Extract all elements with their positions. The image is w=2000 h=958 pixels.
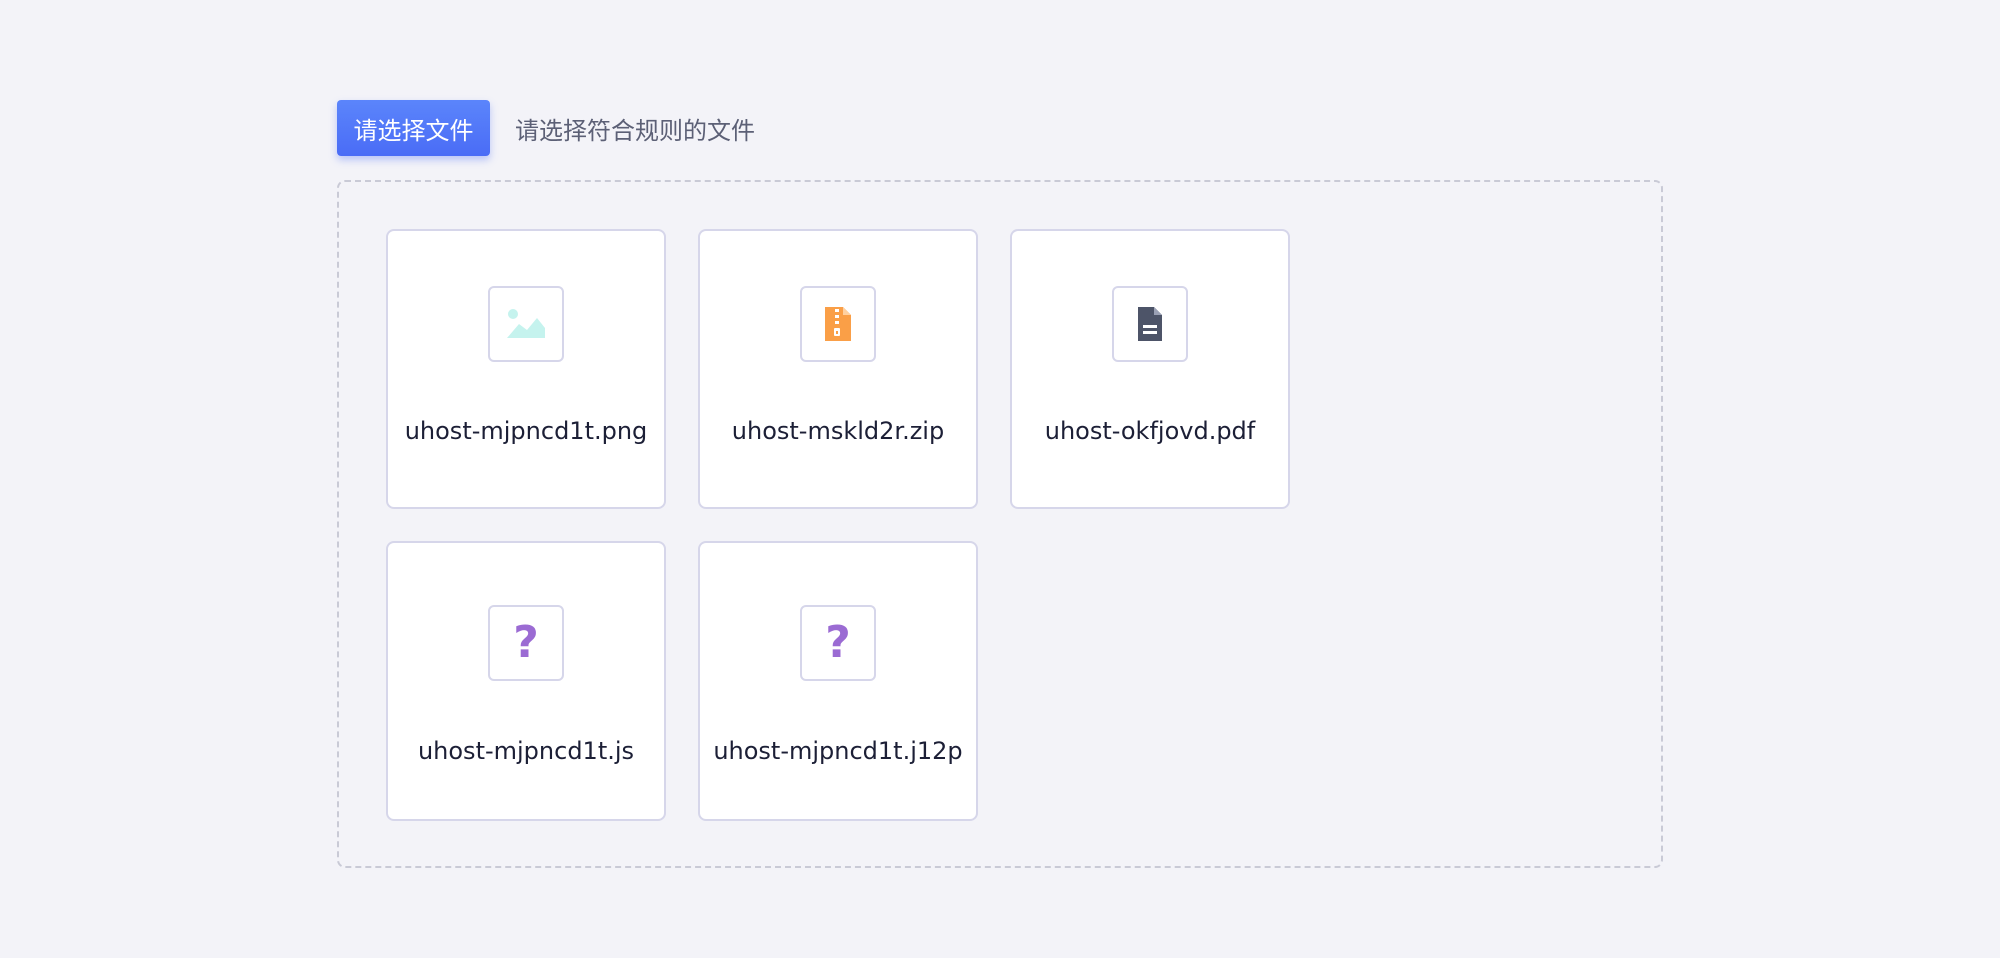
file-card[interactable]: ? uhost-mjpncd1t.j12p — [698, 541, 978, 821]
file-card[interactable]: uhost-mskld2r.zip — [698, 229, 978, 509]
file-name: uhost-mjpncd1t.j12p — [713, 737, 963, 765]
file-name: uhost-mjpncd1t.png — [404, 417, 648, 445]
file-name: uhost-mskld2r.zip — [731, 417, 945, 445]
select-file-button[interactable]: 请选择文件 — [337, 100, 490, 156]
upload-toolbar: 请选择文件 请选择符合规则的文件 — [337, 100, 755, 156]
file-dropzone[interactable]: uhost-mjpncd1t.png uhost-mskld2r.zip uho… — [337, 180, 1663, 868]
unknown-file-icon: ? — [488, 605, 564, 681]
file-card[interactable]: ? uhost-mjpncd1t.js — [386, 541, 666, 821]
document-icon — [1112, 286, 1188, 362]
question-mark-glyph: ? — [825, 617, 851, 668]
file-card[interactable]: uhost-mjpncd1t.png — [386, 229, 666, 509]
upload-hint: 请选择符合规则的文件 — [515, 116, 755, 145]
question-mark-glyph: ? — [513, 617, 539, 668]
file-name: uhost-okfjovd.pdf — [1044, 417, 1256, 445]
unknown-file-icon: ? — [800, 605, 876, 681]
file-name: uhost-mjpncd1t.js — [417, 737, 635, 765]
file-card[interactable]: uhost-okfjovd.pdf — [1010, 229, 1290, 509]
image-icon — [488, 286, 564, 362]
upload-page: 请选择文件 请选择符合规则的文件 uhost-mjpncd1t.png uhos… — [0, 0, 2000, 958]
zip-file-icon — [800, 286, 876, 362]
